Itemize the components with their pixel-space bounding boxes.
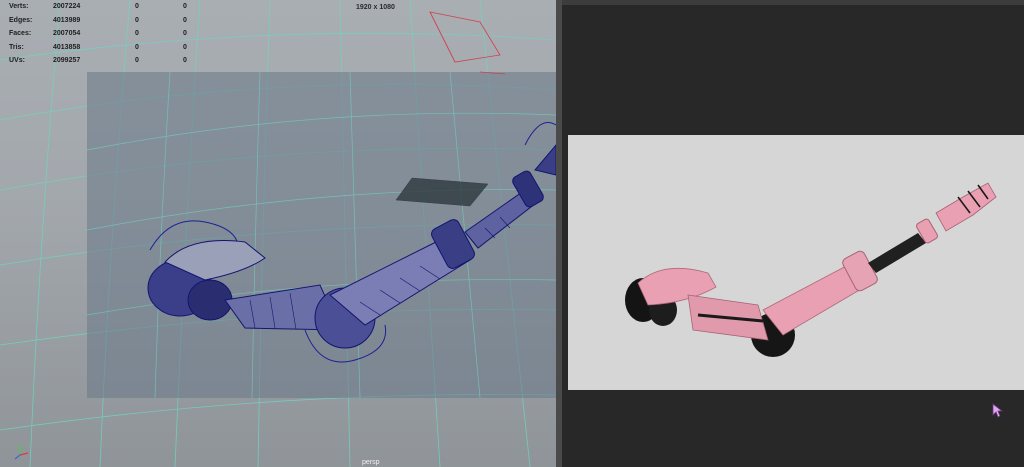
hud-selected: 0 [135, 30, 139, 37]
hud-selected-alt: 0 [183, 3, 187, 10]
poly-count-hud: Verts: 2007224 0 0 Edges: 4013989 0 0 Fa… [9, 0, 213, 68]
hud-selected-alt: 0 [183, 30, 187, 37]
hud-selected-alt: 0 [183, 16, 187, 24]
viewport-scene [0, 0, 556, 467]
hud-label: UVs: [9, 57, 25, 64]
render-panel-top-edge [562, 0, 1024, 5]
hud-value: 2007054 [53, 30, 81, 37]
hud-selected: 0 [135, 57, 139, 64]
rendered-image [568, 135, 1024, 390]
camera-name-label: persp [362, 459, 380, 466]
resolution-label: 1920 x 1080 [356, 4, 395, 11]
rendered-arm [625, 182, 997, 357]
hud-selected: 0 [135, 43, 139, 51]
hud-row-uvs: UVs: 2099257 0 0 [9, 54, 213, 68]
wrist-shaft [868, 233, 926, 273]
light-manipulator[interactable] [429, 11, 506, 75]
hud-row-edges: Edges: 4013989 0 0 [9, 14, 213, 28]
hud-value: 2099257 [53, 57, 81, 64]
hud-label: Faces: [9, 30, 32, 37]
hud-value: 4013858 [53, 43, 81, 51]
hud-selected-alt: 0 [183, 57, 187, 64]
perspective-viewport[interactable]: Verts: 2007224 0 0 Edges: 4013989 0 0 Fa… [0, 0, 556, 467]
hud-label: Verts: [9, 3, 29, 10]
hud-selected: 0 [135, 16, 139, 24]
render-view-panel [562, 0, 1024, 467]
hud-label: Edges: [9, 16, 33, 24]
axis-indicator-icon [14, 445, 29, 460]
arrow-cursor-icon [992, 403, 1004, 418]
hud-row-verts: Verts: 2007224 0 0 [9, 0, 213, 14]
hud-row-faces: Faces: 2007054 0 0 [9, 27, 213, 41]
hud-row-tris: Tris: 4013858 0 0 [9, 41, 213, 55]
hud-selected: 0 [135, 3, 139, 10]
hud-value: 4013989 [53, 16, 81, 24]
hud-value: 2007224 [53, 3, 81, 10]
hud-label: Tris: [9, 43, 24, 51]
hud-selected-alt: 0 [183, 43, 187, 51]
